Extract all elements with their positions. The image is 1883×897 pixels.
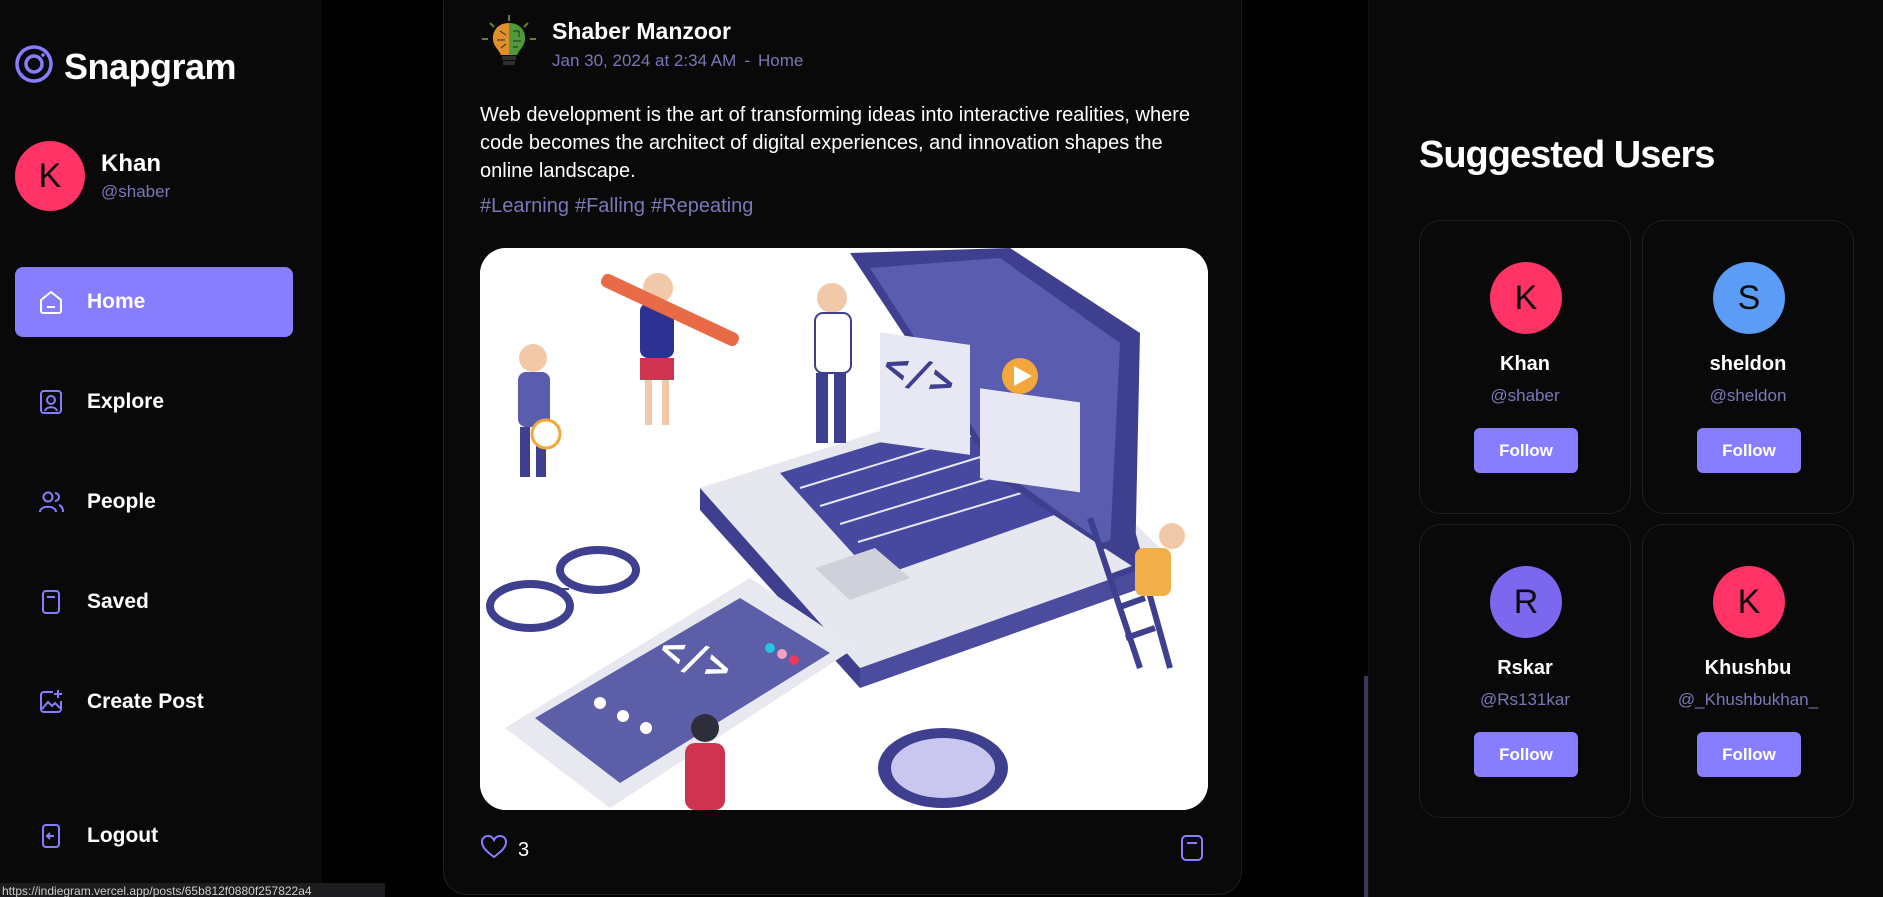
user-card[interactable]: S sheldon @sheldon Follow	[1642, 220, 1854, 514]
avatar: K	[1713, 566, 1785, 638]
post-author-name[interactable]: Shaber Manzoor	[552, 18, 803, 45]
current-user-profile[interactable]: K Khan @shaber	[15, 141, 170, 211]
profile-name: Khan	[101, 150, 161, 177]
explore-icon	[35, 386, 67, 418]
user-card-name: sheldon	[1709, 353, 1787, 375]
nav-item-home[interactable]: Home	[15, 267, 293, 337]
logout-label: Logout	[87, 824, 159, 847]
post-meta: Jan 30, 2024 at 2:34 AM - Home	[552, 51, 803, 71]
profile-handle: @shaber	[101, 182, 171, 201]
logout-button[interactable]: Logout	[15, 801, 293, 871]
nav-item-people[interactable]: People	[15, 467, 293, 537]
app-logo[interactable]: Snapgram	[14, 44, 237, 89]
save-post-icon[interactable]	[1179, 834, 1205, 867]
post-card: Shaber Manzoor Jan 30, 2024 at 2:34 AM - H…	[443, 0, 1242, 895]
post-location: Home	[757, 51, 804, 70]
user-card-name: Rskar	[1497, 657, 1553, 679]
follow-button[interactable]: Follow	[1697, 428, 1801, 473]
post-tag[interactable]: #Learning	[480, 195, 569, 217]
meta-separator: -	[744, 51, 750, 70]
nav-item-explore[interactable]: Explore	[15, 367, 293, 437]
post-header: Shaber Manzoor Jan 30, 2024 at 2:34 AM - H…	[480, 13, 803, 76]
home-icon	[35, 286, 67, 318]
like-count: 3	[518, 838, 530, 861]
user-card-handle: @shaber	[1490, 386, 1560, 405]
avatar: K	[1490, 262, 1562, 334]
user-card-name: Khan	[1500, 353, 1550, 375]
app-name: Snapgram	[64, 45, 237, 87]
user-card[interactable]: K Khushbu @_Khushbukhan_ Follow	[1642, 524, 1854, 818]
nav-label-home: Home	[87, 290, 146, 313]
nav-label-create-post: Create Post	[87, 690, 204, 713]
suggested-users-title: Suggested Users	[1419, 134, 1715, 176]
follow-button[interactable]: Follow	[1697, 732, 1801, 777]
app-root: Snapgram K Khan @shaber Home Explore Peo…	[0, 0, 1883, 897]
user-card[interactable]: K Khan @shaber Follow	[1419, 220, 1631, 514]
bookmark-icon	[35, 586, 67, 618]
user-card-name: Khushbu	[1704, 657, 1792, 679]
nav-label-explore: Explore	[87, 390, 165, 413]
avatar: S	[1713, 262, 1785, 334]
post-tag[interactable]: #Repeating	[651, 195, 753, 217]
post-image[interactable]: </> </>	[480, 248, 1208, 810]
heart-icon[interactable]	[480, 834, 508, 866]
follow-button[interactable]: Follow	[1474, 732, 1578, 777]
post-tags: #Learning #Falling #Repeating	[480, 195, 759, 218]
left-sidebar: Snapgram K Khan @shaber Home Explore Peo…	[0, 0, 322, 897]
nav-item-saved[interactable]: Saved	[15, 567, 293, 637]
nav-label-saved: Saved	[87, 590, 149, 613]
logout-icon	[35, 820, 67, 852]
user-card-handle: @_Khushbukhan_	[1677, 690, 1819, 709]
avatar: R	[1490, 566, 1562, 638]
author-avatar[interactable]	[480, 13, 538, 76]
right-sidebar: Suggested Users K Khan @shaber Follow S …	[1368, 0, 1883, 897]
user-card-handle: @Rs131kar	[1479, 690, 1570, 709]
nav-label-people: People	[87, 490, 156, 513]
status-bar-url: https://indiegram.vercel.app/posts/65b81…	[0, 883, 385, 897]
user-card-handle: @sheldon	[1709, 386, 1787, 405]
follow-button[interactable]: Follow	[1474, 428, 1578, 473]
post-caption: Web development is the art of transformi…	[480, 104, 1190, 182]
create-post-icon	[35, 686, 67, 718]
post-tag[interactable]: #Falling	[575, 195, 645, 217]
logo-icon	[14, 44, 54, 89]
user-card[interactable]: R Rskar @Rs131kar Follow	[1419, 524, 1631, 818]
post-date: Jan 30, 2024 at 2:34 AM	[552, 51, 737, 70]
people-icon	[35, 486, 67, 518]
nav-item-create-post[interactable]: Create Post	[15, 667, 293, 737]
avatar: K	[15, 141, 85, 211]
like-area: 3	[480, 834, 529, 866]
